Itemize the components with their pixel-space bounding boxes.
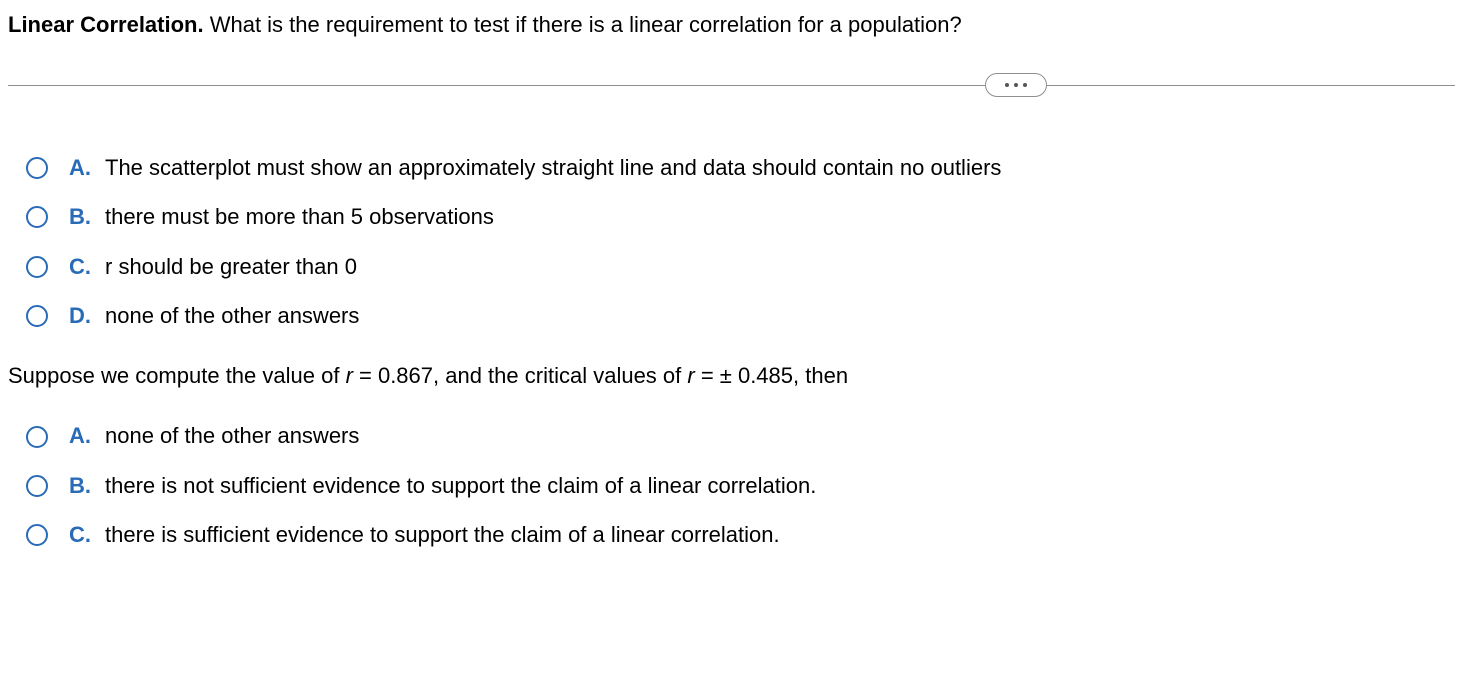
page-root: Linear Correlation. What is the requirem… — [0, 0, 1463, 582]
subq-prefix: Suppose we compute the value of — [8, 363, 346, 388]
subq-eq1: = 0.867, and the critical values of — [353, 363, 687, 388]
option-letter: C. — [69, 522, 91, 548]
subq-r1: r — [346, 363, 353, 388]
option-a: A. The scatterplot must show an approxim… — [26, 155, 1455, 181]
option-text: there is not sufficient evidence to supp… — [105, 473, 816, 499]
radio-b[interactable] — [26, 206, 48, 228]
radio-c[interactable] — [26, 256, 48, 278]
option-c: C. r should be greater than 0 — [26, 254, 1455, 280]
option2-a: A. none of the other answers — [26, 423, 1455, 449]
divider-line — [8, 85, 1455, 86]
option-text: none of the other answers — [105, 423, 359, 449]
more-options-button[interactable] — [985, 73, 1047, 97]
ellipsis-icon — [1014, 83, 1018, 87]
subq-r2: r — [687, 363, 694, 388]
option-letter: C. — [69, 254, 91, 280]
question-header: Linear Correlation. What is the requirem… — [8, 10, 1455, 41]
option-text: The scatterplot must show an approximate… — [105, 155, 1001, 181]
radio2-a[interactable] — [26, 426, 48, 448]
option-letter: D. — [69, 303, 91, 329]
option-d: D. none of the other answers — [26, 303, 1455, 329]
option-text: r should be greater than 0 — [105, 254, 357, 280]
title-rest: What is the requirement to test if there… — [204, 12, 962, 37]
ellipsis-icon — [1005, 83, 1009, 87]
ellipsis-icon — [1023, 83, 1027, 87]
title-bold: Linear Correlation. — [8, 12, 204, 37]
option-text: there is sufficient evidence to support … — [105, 522, 780, 548]
option-text: none of the other answers — [105, 303, 359, 329]
radio2-c[interactable] — [26, 524, 48, 546]
option2-c: C. there is sufficient evidence to suppo… — [26, 522, 1455, 548]
radio-d[interactable] — [26, 305, 48, 327]
option-letter: A. — [69, 423, 91, 449]
option-b: B. there must be more than 5 observation… — [26, 204, 1455, 230]
option-letter: B. — [69, 204, 91, 230]
divider — [8, 71, 1455, 99]
option2-b: B. there is not sufficient evidence to s… — [26, 473, 1455, 499]
question1-options: A. The scatterplot must show an approxim… — [8, 155, 1455, 330]
radio-a[interactable] — [26, 157, 48, 179]
subq-eq2: = ± 0.485, then — [695, 363, 848, 388]
subquestion-text: Suppose we compute the value of r = 0.86… — [8, 363, 1455, 389]
option-letter: A. — [69, 155, 91, 181]
option-letter: B. — [69, 473, 91, 499]
radio2-b[interactable] — [26, 475, 48, 497]
question2-options: A. none of the other answers B. there is… — [8, 423, 1455, 548]
option-text: there must be more than 5 observations — [105, 204, 494, 230]
